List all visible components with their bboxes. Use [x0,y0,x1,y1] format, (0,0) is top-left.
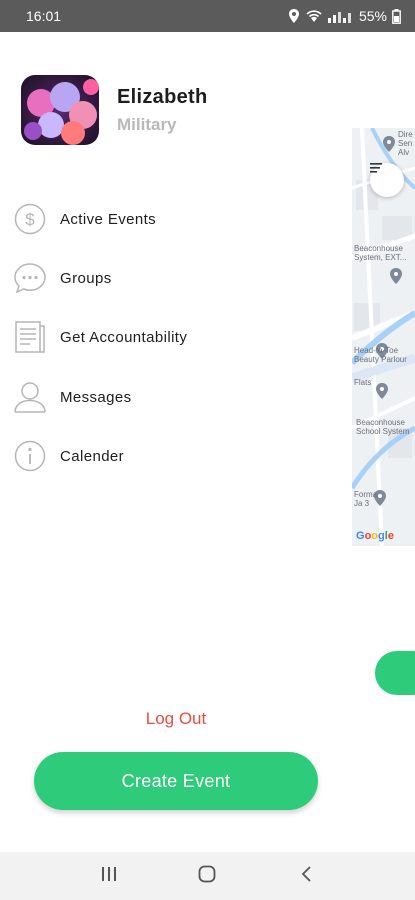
menu-item-label: Messages [60,388,132,406]
status-time: 16:01 [26,8,62,24]
home-icon [198,865,216,888]
profile-role: Military [117,114,177,134]
info-icon [12,438,48,474]
map-view[interactable]: Dire Sen Alv Beaconhouse System, EXT... Hea… [352,128,415,546]
menu-item-label: Calender [60,447,125,465]
location-icon [288,9,300,23]
status-bar: 16:01 55% [0,0,415,32]
chat-bubble-icon [12,260,48,296]
recent-apps-button[interactable] [89,856,129,896]
map-label-flats: Flats [354,378,372,387]
menu-item-groups[interactable]: Groups [12,258,332,298]
map-label-beaconhouse: Beaconhouse System, EXT... [354,244,407,262]
map-label-forma: Forma Ja 3 [354,490,378,508]
menu-item-calender[interactable]: Calender [12,436,332,476]
document-icon [12,319,48,355]
menu-item-messages[interactable]: Messages [12,377,332,417]
system-nav-bar [0,852,415,900]
menu-item-label: Active Events [60,210,157,228]
recent-apps-icon [101,866,117,887]
svg-text:$: $ [25,210,35,229]
create-event-button[interactable]: Create Event [34,752,318,810]
menu-item-get-accountability[interactable]: Get Accountability [12,317,332,357]
fab-button-peek[interactable] [375,651,415,695]
dollar-circle-icon: $ [12,201,48,237]
google-logo: Google [356,530,394,542]
home-button[interactable] [187,856,227,896]
map-label-top: Dire Sen Alv [398,130,413,157]
signal-icon [327,9,354,23]
profile-name: Elizabeth [117,85,208,108]
logout-link[interactable]: Log Out [0,709,352,729]
battery-icon [392,8,401,24]
avatar [21,75,99,145]
navigation-drawer: Elizabeth Military $ Active Events Group… [0,32,352,852]
battery-percent: 55% [358,8,387,24]
map-menu-button[interactable] [370,163,404,197]
menu-item-label: Groups [60,269,112,287]
map-label-school: Beaconhouse School System [356,418,410,436]
menu-item-label: Get Accountability [60,328,188,346]
back-button[interactable] [286,856,326,896]
user-icon [12,379,48,415]
menu-item-active-events[interactable]: $ Active Events [12,199,332,239]
map-label-beauty: Head-to-Toe Beauty Parlour [354,346,407,364]
status-icons: 55% [288,8,401,24]
back-icon [300,865,312,887]
wifi-icon [305,9,323,23]
profile-header[interactable]: Elizabeth Military [21,75,208,145]
